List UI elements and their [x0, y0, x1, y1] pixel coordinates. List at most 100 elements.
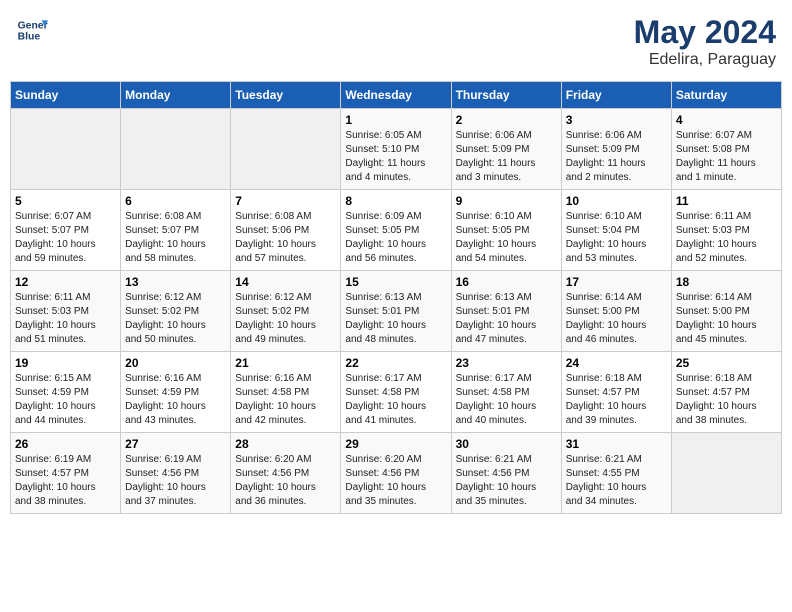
day-number: 15: [345, 275, 446, 289]
calendar-week-row: 5Sunrise: 6:07 AMSunset: 5:07 PMDaylight…: [11, 190, 782, 271]
day-number: 31: [566, 437, 667, 451]
day-info: Sunrise: 6:05 AMSunset: 5:10 PMDaylight:…: [345, 129, 446, 185]
calendar-cell: 8 Sunrise: 6:09 AMSunset: 5:05 PMDaylight…: [341, 190, 451, 271]
calendar-cell: 4 Sunrise: 6:07 AMSunset: 5:08 PMDaylight…: [671, 109, 781, 190]
day-info: Sunrise: 6:15 AMSunset: 4:59 PMDaylight:…: [15, 372, 116, 428]
calendar-cell: 31 Sunrise: 6:21 AMSunset: 4:55 PMDayligh…: [561, 433, 671, 514]
day-number: 11: [676, 194, 777, 208]
calendar-cell: 20 Sunrise: 6:16 AMSunset: 4:59 PMDayligh…: [121, 352, 231, 433]
calendar-cell: [121, 109, 231, 190]
weekday-header: Tuesday: [231, 82, 341, 109]
day-info: Sunrise: 6:09 AMSunset: 5:05 PMDaylight:…: [345, 210, 446, 266]
day-number: 10: [566, 194, 667, 208]
calendar-cell: 18Sunrise: 6:14 AMSunset: 5:00 PMDayligh…: [671, 271, 781, 352]
day-info: Sunrise: 6:21 AMSunset: 4:56 PMDaylight:…: [456, 453, 557, 509]
day-info: Sunrise: 6:19 AMSunset: 4:56 PMDaylight:…: [125, 453, 226, 509]
calendar-week-row: 12 Sunrise: 6:11 AMSunset: 5:03 PMDayligh…: [11, 271, 782, 352]
calendar-week-row: 26Sunrise: 6:19 AMSunset: 4:57 PMDayligh…: [11, 433, 782, 514]
calendar-cell: 14 Sunrise: 6:12 AMSunset: 5:02 PMDayligh…: [231, 271, 341, 352]
calendar-cell: 13 Sunrise: 6:12 AMSunset: 5:02 PMDayligh…: [121, 271, 231, 352]
day-info: Sunrise: 6:13 AMSunset: 5:01 PMDaylight:…: [456, 291, 557, 347]
day-number: 16: [456, 275, 557, 289]
calendar-cell: 23Sunrise: 6:17 AMSunset: 4:58 PMDayligh…: [451, 352, 561, 433]
day-number: 8: [345, 194, 446, 208]
day-number: 13: [125, 275, 226, 289]
calendar-week-row: 1 Sunrise: 6:05 AMSunset: 5:10 PMDaylight…: [11, 109, 782, 190]
calendar-week-row: 19Sunrise: 6:15 AMSunset: 4:59 PMDayligh…: [11, 352, 782, 433]
calendar-cell: 2 Sunrise: 6:06 AMSunset: 5:09 PMDaylight…: [451, 109, 561, 190]
day-number: 6: [125, 194, 226, 208]
calendar-cell: [11, 109, 121, 190]
day-info: Sunrise: 6:20 AMSunset: 4:56 PMDaylight:…: [235, 453, 336, 509]
calendar-cell: 16 Sunrise: 6:13 AMSunset: 5:01 PMDayligh…: [451, 271, 561, 352]
day-info: Sunrise: 6:06 AMSunset: 5:09 PMDaylight:…: [456, 129, 557, 185]
logo-icon: General Blue: [16, 14, 48, 46]
day-number: 23: [456, 356, 557, 370]
calendar-cell: 17 Sunrise: 6:14 AMSunset: 5:00 PMDayligh…: [561, 271, 671, 352]
calendar-cell: 9 Sunrise: 6:10 AMSunset: 5:05 PMDaylight…: [451, 190, 561, 271]
day-info: Sunrise: 6:20 AMSunset: 4:56 PMDaylight:…: [345, 453, 446, 509]
calendar-cell: 29 Sunrise: 6:20 AMSunset: 4:56 PMDayligh…: [341, 433, 451, 514]
day-info: Sunrise: 6:12 AMSunset: 5:02 PMDaylight:…: [125, 291, 226, 347]
day-info: Sunrise: 6:11 AMSunset: 5:03 PMDaylight:…: [15, 291, 116, 347]
day-number: 25: [676, 356, 777, 370]
day-number: 29: [345, 437, 446, 451]
day-number: 12: [15, 275, 116, 289]
day-info: Sunrise: 6:11 AMSunset: 5:03 PMDaylight:…: [676, 210, 777, 266]
logo: General Blue: [16, 14, 52, 46]
weekday-header-row: SundayMondayTuesdayWednesdayThursdayFrid…: [11, 82, 782, 109]
title-area: May 2024 Edelira, Paraguay: [634, 14, 776, 69]
day-number: 24: [566, 356, 667, 370]
day-info: Sunrise: 6:21 AMSunset: 4:55 PMDaylight:…: [566, 453, 667, 509]
day-info: Sunrise: 6:08 AMSunset: 5:06 PMDaylight:…: [235, 210, 336, 266]
day-number: 7: [235, 194, 336, 208]
calendar-cell: 24 Sunrise: 6:18 AMSunset: 4:57 PMDayligh…: [561, 352, 671, 433]
calendar-cell: 28 Sunrise: 6:20 AMSunset: 4:56 PMDayligh…: [231, 433, 341, 514]
weekday-header: Thursday: [451, 82, 561, 109]
day-number: 28: [235, 437, 336, 451]
calendar-cell: [231, 109, 341, 190]
calendar-cell: 26Sunrise: 6:19 AMSunset: 4:57 PMDayligh…: [11, 433, 121, 514]
calendar-table: SundayMondayTuesdayWednesdayThursdayFrid…: [10, 81, 782, 514]
day-number: 20: [125, 356, 226, 370]
day-info: Sunrise: 6:13 AMSunset: 5:01 PMDaylight:…: [345, 291, 446, 347]
calendar-cell: 22Sunrise: 6:17 AMSunset: 4:58 PMDayligh…: [341, 352, 451, 433]
day-number: 30: [456, 437, 557, 451]
day-info: Sunrise: 6:12 AMSunset: 5:02 PMDaylight:…: [235, 291, 336, 347]
day-info: Sunrise: 6:10 AMSunset: 5:05 PMDaylight:…: [456, 210, 557, 266]
calendar-cell: 19Sunrise: 6:15 AMSunset: 4:59 PMDayligh…: [11, 352, 121, 433]
day-info: Sunrise: 6:10 AMSunset: 5:04 PMDaylight:…: [566, 210, 667, 266]
day-info: Sunrise: 6:14 AMSunset: 5:00 PMDaylight:…: [676, 291, 777, 347]
weekday-header: Sunday: [11, 82, 121, 109]
day-number: 2: [456, 113, 557, 127]
calendar-cell: 27 Sunrise: 6:19 AMSunset: 4:56 PMDayligh…: [121, 433, 231, 514]
calendar-title: May 2024: [634, 14, 776, 51]
calendar-cell: 30 Sunrise: 6:21 AMSunset: 4:56 PMDayligh…: [451, 433, 561, 514]
calendar-subtitle: Edelira, Paraguay: [634, 51, 776, 69]
day-number: 1: [345, 113, 446, 127]
day-number: 14: [235, 275, 336, 289]
calendar-cell: 21Sunrise: 6:16 AMSunset: 4:58 PMDayligh…: [231, 352, 341, 433]
day-info: Sunrise: 6:08 AMSunset: 5:07 PMDaylight:…: [125, 210, 226, 266]
day-info: Sunrise: 6:19 AMSunset: 4:57 PMDaylight:…: [15, 453, 116, 509]
calendar-cell: 6 Sunrise: 6:08 AMSunset: 5:07 PMDaylight…: [121, 190, 231, 271]
day-number: 5: [15, 194, 116, 208]
calendar-cell: [671, 433, 781, 514]
weekday-header: Monday: [121, 82, 231, 109]
day-info: Sunrise: 6:18 AMSunset: 4:57 PMDaylight:…: [676, 372, 777, 428]
day-info: Sunrise: 6:06 AMSunset: 5:09 PMDaylight:…: [566, 129, 667, 185]
calendar-cell: 3 Sunrise: 6:06 AMSunset: 5:09 PMDaylight…: [561, 109, 671, 190]
day-number: 17: [566, 275, 667, 289]
day-number: 9: [456, 194, 557, 208]
calendar-cell: 7 Sunrise: 6:08 AMSunset: 5:06 PMDaylight…: [231, 190, 341, 271]
day-info: Sunrise: 6:07 AMSunset: 5:08 PMDaylight:…: [676, 129, 777, 185]
day-info: Sunrise: 6:14 AMSunset: 5:00 PMDaylight:…: [566, 291, 667, 347]
day-number: 3: [566, 113, 667, 127]
calendar-cell: 25 Sunrise: 6:18 AMSunset: 4:57 PMDayligh…: [671, 352, 781, 433]
day-info: Sunrise: 6:18 AMSunset: 4:57 PMDaylight:…: [566, 372, 667, 428]
weekday-header: Friday: [561, 82, 671, 109]
day-number: 4: [676, 113, 777, 127]
day-number: 27: [125, 437, 226, 451]
calendar-cell: 10 Sunrise: 6:10 AMSunset: 5:04 PMDayligh…: [561, 190, 671, 271]
day-info: Sunrise: 6:16 AMSunset: 4:59 PMDaylight:…: [125, 372, 226, 428]
